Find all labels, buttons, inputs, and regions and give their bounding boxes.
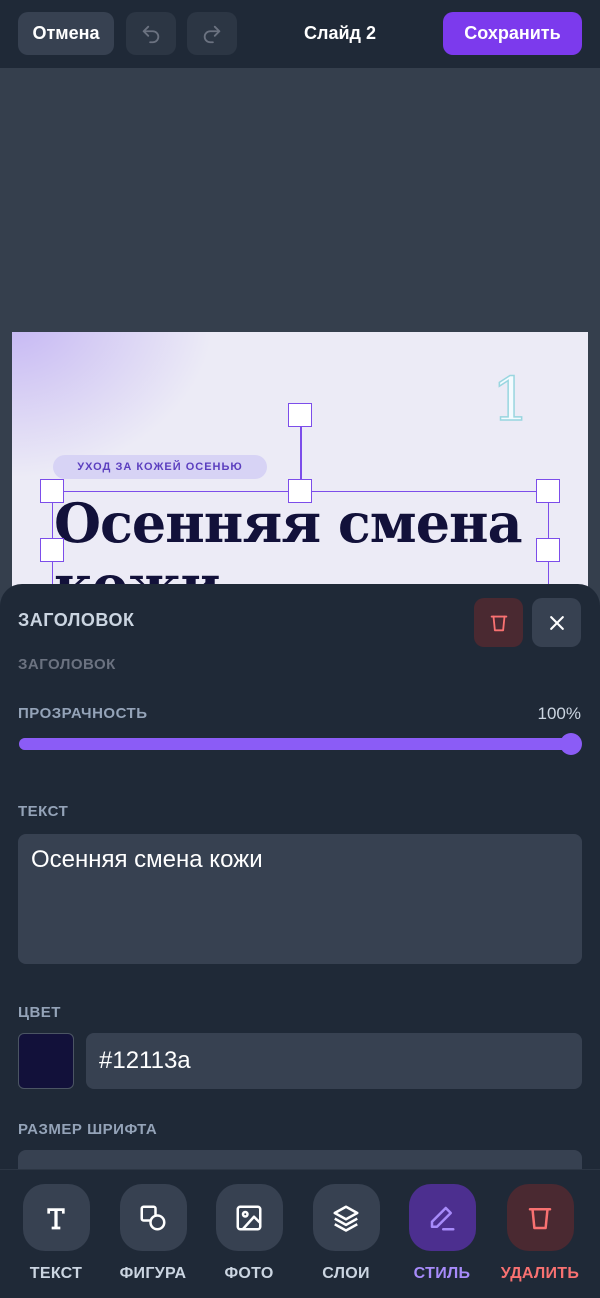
tool-style-label: СТИЛЬ xyxy=(413,1265,471,1282)
tool-photo[interactable]: ФОТО xyxy=(204,1184,294,1283)
resize-handle-top-left[interactable] xyxy=(40,479,64,503)
close-button[interactable] xyxy=(532,598,581,647)
redo-button[interactable] xyxy=(187,12,237,55)
opacity-slider-fill xyxy=(19,738,571,750)
tool-layers[interactable]: СЛОИ xyxy=(301,1184,391,1283)
tool-style[interactable]: СТИЛЬ xyxy=(397,1184,487,1283)
opacity-slider[interactable] xyxy=(19,733,582,755)
slide-tag[interactable]: УХОД ЗА КОЖЕЙ ОСЕНЬЮ xyxy=(53,455,267,479)
trash-icon xyxy=(528,1207,552,1229)
tool-layers-label: СЛОИ xyxy=(322,1265,370,1282)
save-button[interactable]: Сохранить xyxy=(443,12,582,55)
opacity-slider-thumb[interactable] xyxy=(560,733,582,755)
tool-delete-label: УДАЛИТЬ xyxy=(500,1265,580,1282)
rotate-handle[interactable] xyxy=(288,403,312,427)
resize-handle-middle-left[interactable] xyxy=(40,538,64,562)
bottom-toolbar: ТЕКСТ ФИГУРА ФОТО СЛОИ СТИЛЬ УДАЛИТЬ xyxy=(0,1169,600,1298)
color-label: ЦВЕТ xyxy=(18,1004,61,1021)
tool-text-label: ТЕКСТ xyxy=(29,1265,83,1282)
undo-icon xyxy=(142,25,160,43)
top-bar: Отмена Слайд 2 Сохранить xyxy=(0,0,600,68)
element-type-label: ЗАГОЛОВОК xyxy=(18,656,116,673)
pen-icon xyxy=(430,1206,455,1230)
tool-delete[interactable]: УДАЛИТЬ xyxy=(495,1184,585,1283)
delete-element-button[interactable] xyxy=(474,598,523,647)
trash-icon xyxy=(490,615,507,631)
undo-button[interactable] xyxy=(126,12,176,55)
properties-sheet: ЗАГОЛОВОК ЗАГОЛОВОК ПРОЗРАЧНОСТЬ 100% ТЕ… xyxy=(0,584,600,1174)
slide-number[interactable]: 1 xyxy=(491,369,531,431)
shape-icon xyxy=(140,1205,166,1230)
tool-shape[interactable]: ФИГУРА xyxy=(108,1184,198,1283)
text-field[interactable]: Осенняя смена кожи xyxy=(18,834,582,964)
color-swatch[interactable] xyxy=(18,1033,74,1089)
tool-shape-label: ФИГУРА xyxy=(119,1265,187,1282)
text-label: ТЕКСТ xyxy=(18,803,69,820)
layers-icon xyxy=(333,1205,359,1232)
text-icon xyxy=(47,1207,65,1229)
opacity-label: ПРОЗРАЧНОСТЬ xyxy=(18,705,148,722)
tool-photo-label: ФОТО xyxy=(224,1265,274,1282)
color-hex-field[interactable]: #12113a xyxy=(86,1033,582,1089)
sheet-title: ЗАГОЛОВОК xyxy=(18,610,135,630)
resize-handle-middle-right[interactable] xyxy=(536,538,560,562)
image-icon xyxy=(236,1205,262,1230)
resize-handle-top-center[interactable] xyxy=(288,479,312,503)
slide-title: Слайд 2 xyxy=(304,23,376,43)
tool-text[interactable]: ТЕКСТ xyxy=(11,1184,101,1283)
opacity-value: 100% xyxy=(537,704,581,723)
cancel-button[interactable]: Отмена xyxy=(18,12,114,55)
redo-icon xyxy=(203,25,221,43)
close-icon xyxy=(549,615,564,630)
resize-handle-top-right[interactable] xyxy=(536,479,560,503)
font-size-label: РАЗМЕР ШРИФТА xyxy=(18,1121,158,1138)
